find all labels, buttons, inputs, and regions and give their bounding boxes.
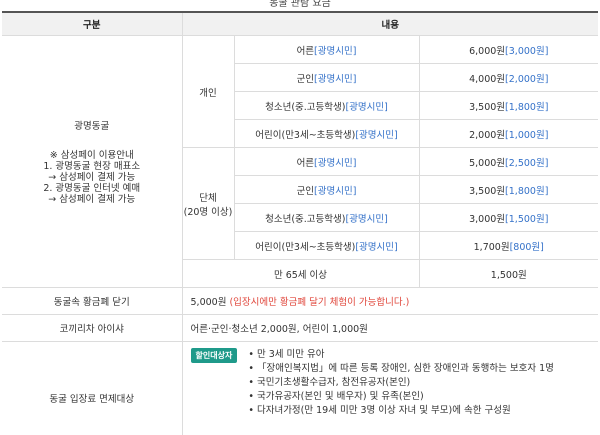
fee-price-cell: 3,500원[1,800원]: [419, 91, 599, 120]
list-item: • 국가유공자(본인 및 배우자) 및 유족(본인): [248, 391, 424, 402]
fee-price-cell: 6,000원[3,000원]: [419, 35, 599, 64]
fee-price: 3,500원: [469, 101, 506, 113]
discount-badge: 할인대상자: [190, 348, 238, 363]
table-row: 코끼리차 아이샤 어른·군인·청소년 2,000원, 어린이 1,000원: [2, 314, 599, 342]
individual-label: 개인: [182, 35, 235, 148]
rule-line: → 삼성페이 결제 가능: [48, 194, 136, 205]
citizen-price: [1,800원]: [505, 101, 549, 113]
citizen-tag: [광명시민]: [314, 73, 357, 85]
fee-price: 4,000원: [469, 73, 506, 85]
fee-price-cell: 3,500원[1,800원]: [419, 175, 599, 204]
fee-type-cell: 어린이(만3세~초등학생)[광명시민]: [234, 119, 420, 148]
citizen-tag: [광명시민]: [345, 101, 388, 113]
fee-type: 청소년(중.고등학생): [265, 213, 346, 225]
fee-type: 어른: [296, 157, 315, 169]
table-row: 동굴속 황금폐 닫기 5,000원 (입장시에만 황금폐 달기 체험이 가능합니…: [2, 287, 599, 315]
gold-fee-note: (입장시에만 황금폐 달기 체험이 가능합니다.): [229, 297, 410, 308]
citizen-tag: [광명시민]: [314, 157, 357, 169]
citizen-tag: [광명시민]: [314, 185, 357, 197]
main-category-cell: 광명동굴 ※ 삼성페이 이용안내 1. 광명동굴 현장 매표소 → 삼성페이 결…: [2, 35, 183, 288]
fee-type-cell: 어른[광명시민]: [234, 147, 420, 176]
fee-type-cell: 청소년(중.고등학생)[광명시민]: [234, 91, 420, 120]
fee-type: 어린이(만3세~초등학생): [255, 241, 356, 253]
group-label-cell: 단체 (20명 이상): [182, 147, 235, 260]
citizen-tag: [광명시민]: [355, 241, 398, 253]
citizen-tag: [광명시민]: [345, 213, 388, 225]
exemption-list: • 만 3세 미만 유아 • 「장애인복지법」에 따른 등록 장애인, 심한 장…: [248, 348, 588, 418]
table-row: 동굴 입장료 면제대상 할인대상자 • 만 3세 미만 유아 • 「장애인복지법…: [2, 341, 599, 435]
senior-price: 1,500원: [419, 259, 599, 288]
citizen-price: [1,000원]: [505, 129, 549, 141]
main-category-label: 광명동굴: [74, 121, 110, 132]
fee-price: 2,000원: [469, 129, 506, 141]
exemption-cell: 할인대상자 • 만 3세 미만 유아 • 「장애인복지법」에 따른 등록 장애인…: [182, 341, 599, 435]
fee-table: 구분 내용 광명동굴 ※ 삼성페이 이용안내 1. 광명동굴 현장 매표소 → …: [2, 11, 599, 435]
fee-type-cell: 어른[광명시민]: [234, 35, 420, 64]
gold-fee-label: 동굴속 황금폐 닫기: [2, 287, 183, 315]
list-item: • 만 3세 미만 유아: [248, 349, 325, 360]
citizen-price: [1,800원]: [505, 185, 549, 197]
gold-fee-price: 5,000원: [190, 297, 227, 308]
fee-price-cell: 1,700원[800원]: [419, 231, 599, 260]
citizen-tag: [광명시민]: [314, 45, 357, 57]
header-category: 구분: [2, 11, 183, 36]
group-sublabel: (20명 이상): [183, 206, 233, 218]
table-caption: 동굴 관람 요금: [269, 0, 331, 9]
comaerica-label: 코끼리차 아이샤: [2, 314, 183, 342]
citizen-price: [2,500원]: [505, 157, 549, 169]
comaerica-text: 어른·군인·청소년 2,000원, 어린이 1,000원: [182, 314, 599, 342]
list-item: • 국민기초생활수급자, 참전유공자(본인): [248, 377, 411, 388]
fee-type-cell: 군인[광명시민]: [234, 175, 420, 204]
fee-price: 3,000원: [469, 213, 506, 225]
table-row: 광명동굴 ※ 삼성페이 이용안내 1. 광명동굴 현장 매표소 → 삼성페이 결…: [2, 35, 599, 288]
fee-type: 어른: [296, 45, 315, 57]
header-row: 구분 내용: [2, 11, 599, 36]
citizen-price: [2,000원]: [505, 73, 549, 85]
rule-line: ※ 삼성페이 이용안내: [49, 150, 134, 161]
citizen-tag: [광명시민]: [355, 129, 398, 141]
fee-type-cell: 청소년(중.고등학생)[광명시민]: [234, 203, 420, 232]
fee-type: 청소년(중.고등학생): [265, 101, 346, 113]
rule-line: 1. 광명동굴 현장 매표소: [43, 161, 141, 172]
fee-type: 군인: [296, 185, 315, 197]
fee-price-cell: 2,000원[1,000원]: [419, 119, 599, 148]
citizen-price: [3,000원]: [505, 45, 549, 57]
fee-type-cell: 어린이(만3세~초등학생)[광명시민]: [234, 231, 420, 260]
fee-price: 5,000원: [469, 157, 506, 169]
fee-price: 6,000원: [469, 45, 506, 57]
group-label: 단체: [199, 192, 217, 204]
citizen-price: [1,500원]: [505, 213, 549, 225]
senior-label: 만 65세 이상: [182, 259, 420, 288]
header-content: 내용: [182, 11, 599, 36]
rule-line: 2. 광명동굴 인터넷 예매: [43, 183, 141, 194]
list-item: • 「장애인복지법」에 따른 등록 장애인, 심한 장애인과 동행하는 보호자 …: [248, 363, 554, 374]
fee-price-cell: 4,000원[2,000원]: [419, 63, 599, 92]
citizen-price: [800원]: [509, 241, 544, 253]
fee-price-cell: 3,000원[1,500원]: [419, 203, 599, 232]
fee-type-cell: 군인[광명시민]: [234, 63, 420, 92]
fee-price-cell: 5,000원[2,500원]: [419, 147, 599, 176]
rule-line: → 삼성페이 결제 가능: [48, 172, 136, 183]
list-item: • 다자녀가정(만 19세 미만 3명 이상 자녀 및 부모)에 속한 구성원: [248, 405, 511, 416]
fee-type: 군인: [296, 73, 315, 85]
samsungpay-rules: ※ 삼성페이 이용안내 1. 광명동굴 현장 매표소 → 삼성페이 결제 가능 …: [2, 150, 182, 205]
fee-price: 1,700원: [473, 241, 510, 253]
fee-page: 동굴 관람 요금 구분 내용 광명동굴 ※ 삼성페이 이용안내 1. 광명동굴 …: [0, 0, 600, 435]
gold-fee-cell: 5,000원 (입장시에만 황금폐 달기 체험이 가능합니다.): [182, 287, 599, 315]
fee-price: 3,500원: [469, 185, 506, 197]
exemption-label: 동굴 입장료 면제대상: [2, 341, 183, 435]
fee-type: 어린이(만3세~초등학생): [255, 129, 356, 141]
